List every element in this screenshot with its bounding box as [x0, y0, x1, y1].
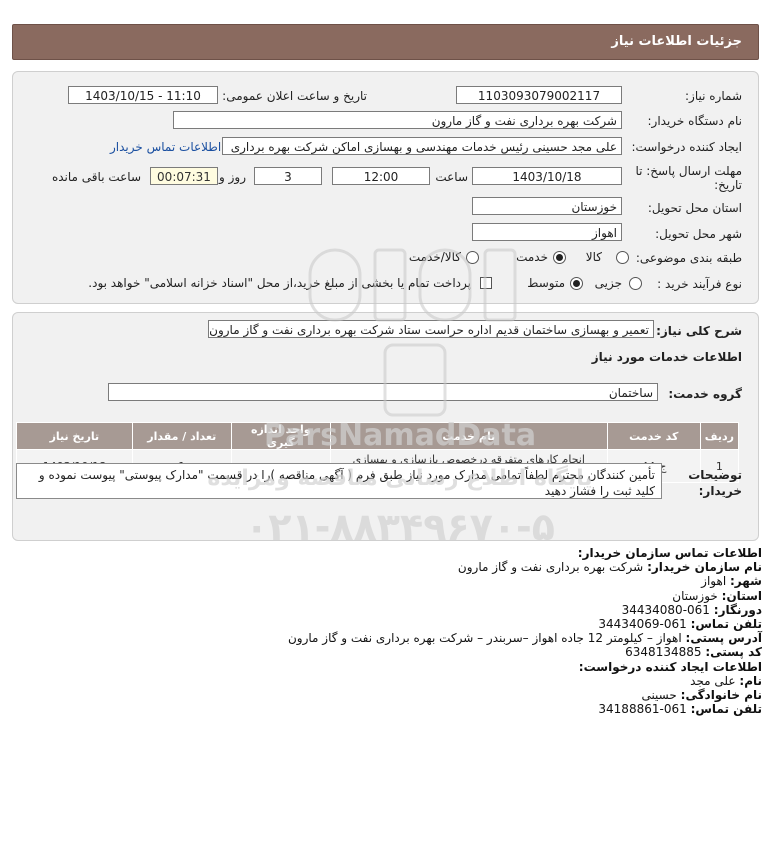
services-heading: اطلاعات خدمات مورد نیاز — [591, 350, 742, 364]
contact-province-label: استان: — [721, 588, 762, 603]
category-radio-service[interactable] — [553, 251, 566, 264]
creator-contact-heading: اطلاعات ایجاد کننده درخواست: — [578, 659, 762, 674]
notes-label-2: خریدار: — [698, 484, 742, 498]
buyer-contact-link[interactable]: اطلاعات تماس خریدار — [110, 140, 221, 154]
phone-label: تلفن تماس: — [690, 617, 762, 632]
buyer-org-label: نام دستگاه خریدار: — [647, 114, 743, 128]
creator-field: علی مجد حسینی رئیس خدمات مهندسی و بهسازی… — [222, 137, 622, 155]
hour-label: ساعت — [435, 170, 468, 184]
category-option-service: خدمت — [516, 250, 548, 264]
phone-value: 061-34434069 — [598, 617, 687, 632]
deadline-date-field: 1403/10/18 — [472, 167, 622, 185]
last-name-label: نام خانوادگی: — [680, 688, 762, 703]
deadline-label: مهلت ارسال پاسخ: تا — [635, 164, 742, 178]
col-quantity: تعداد / مقدار — [131, 422, 232, 450]
contact-province-value: خوزستان — [672, 588, 718, 603]
need-number-field: 1103093079002117 — [456, 86, 622, 104]
service-group-label: گروه خدمت: — [668, 387, 742, 401]
org-name-value: شرکت بهره برداری نفت و گاز مارون — [457, 560, 644, 575]
address-label: آدرس پستی: — [685, 631, 762, 646]
org-name-label: نام سازمان خریدار: — [647, 560, 762, 575]
first-name-line: نام: علی مجد — [22, 674, 762, 688]
first-name-value: علی مجد — [690, 673, 736, 688]
org-name-line: نام سازمان خریدار: شرکت بهره برداری نفت … — [22, 560, 762, 574]
need-info-panel — [12, 71, 759, 304]
org-contact-heading: اطلاعات تماس سازمان خریدار: — [577, 546, 762, 560]
col-service-name: نام خدمت — [329, 422, 608, 450]
postal-label: کد پستی: — [705, 645, 762, 660]
fax-label: دورنگار: — [713, 602, 762, 617]
fax-line: دورنگار: 061-34434080 — [22, 603, 762, 617]
page: جزئیات اطلاعات نیاز شماره نیاز: 11030930… — [0, 0, 770, 845]
creator-phone-label: تلفن تماس: — [690, 702, 762, 717]
phone-line: تلفن تماس: 061-34434069 — [22, 617, 762, 631]
category-option-goods-service: کالا/خدمت — [408, 250, 461, 264]
first-name-label: نام: — [739, 673, 762, 688]
process-option-medium: متوسط — [527, 276, 565, 290]
category-radio-goods-service[interactable] — [466, 251, 479, 264]
notes-label: توضیحات — [688, 468, 742, 482]
last-name-value: حسینی — [641, 688, 677, 703]
fax-value: 061-34434080 — [621, 602, 710, 617]
province-field: خوزستان — [472, 197, 622, 215]
last-name-line: نام خانوادگی: حسینی — [22, 688, 762, 702]
announce-field: 1403/10/15 - 11:10 — [68, 86, 218, 104]
page-header: جزئیات اطلاعات نیاز — [12, 24, 759, 60]
buyer-org-field: شرکت بهره برداری نفت و گاز مارون — [173, 111, 622, 129]
payment-checkbox[interactable] — [480, 277, 492, 289]
col-need-date: تاریخ نیاز — [16, 422, 133, 450]
col-service-code: کد خدمت — [606, 422, 701, 450]
deadline-label-2: تاریخ: — [714, 178, 742, 192]
category-option-goods: کالا — [585, 250, 602, 264]
creator-phone-line: تلفن تماس: 061-34188861 — [22, 702, 762, 716]
col-row: ردیف — [699, 422, 740, 450]
process-radio-minor[interactable] — [629, 277, 642, 290]
page-title: جزئیات اطلاعات نیاز — [611, 34, 742, 49]
postal-value: 6348134885 — [625, 645, 702, 660]
col-unit: واحد اندازه گیری — [230, 422, 331, 450]
city-field: اهواز — [472, 223, 622, 241]
city-label: شهر محل تحویل: — [655, 227, 742, 241]
address-value: اهواز – کیلومتر 12 جاده اهواز –سربندر – … — [287, 631, 682, 646]
city-line: شهر: اهواز — [22, 574, 762, 588]
process-option-minor: جزیی — [594, 276, 622, 290]
address-line: آدرس پستی: اهواز – کیلومتر 12 جاده اهواز… — [22, 631, 762, 645]
process-label: نوع فرآیند خرید : — [657, 277, 742, 291]
buyer-notes: تأمین کنندگان محترم لطفاً تمامی مدارک مو… — [16, 463, 662, 499]
province-line: استان: خوزستان — [22, 589, 762, 603]
days-label: روز و — [219, 170, 246, 184]
contact-city-label: شهر: — [730, 574, 762, 589]
service-group-field: ساختمان — [108, 383, 658, 401]
deadline-time-field: 12:00 — [332, 167, 430, 185]
contact-city-value: اهواز — [701, 574, 727, 589]
process-radio-medium[interactable] — [570, 277, 583, 290]
contact-section: اطلاعات تماس سازمان خریدار: نام سازمان خ… — [22, 546, 762, 716]
description-field: تعمیر و بهسازی ساختمان قدیم اداره حراست … — [208, 320, 654, 338]
creator-label: ایجاد کننده درخواست: — [631, 140, 742, 154]
remaining-time-field: 00:07:31 — [150, 167, 218, 185]
table-header-row: ردیف کد خدمت نام خدمت واحد اندازه گیری ت… — [16, 422, 740, 450]
payment-text: پرداخت تمام یا بخشی از مبلغ خرید،از محل … — [88, 276, 471, 290]
category-label: طبقه بندی موضوعی: — [635, 251, 742, 265]
postal-line: کد پستی: 6348134885 — [22, 645, 762, 659]
days-field: 3 — [254, 167, 322, 185]
remaining-label: ساعت باقی مانده — [51, 170, 141, 184]
description-label: شرح کلی نیاز: — [656, 324, 742, 338]
announce-label: تاریخ و ساعت اعلان عمومی: — [222, 89, 367, 103]
creator-phone-value: 061-34188861 — [598, 702, 687, 717]
need-number-label: شماره نیاز: — [685, 89, 742, 103]
province-label: استان محل تحویل: — [647, 201, 742, 215]
category-radio-goods[interactable] — [616, 251, 629, 264]
